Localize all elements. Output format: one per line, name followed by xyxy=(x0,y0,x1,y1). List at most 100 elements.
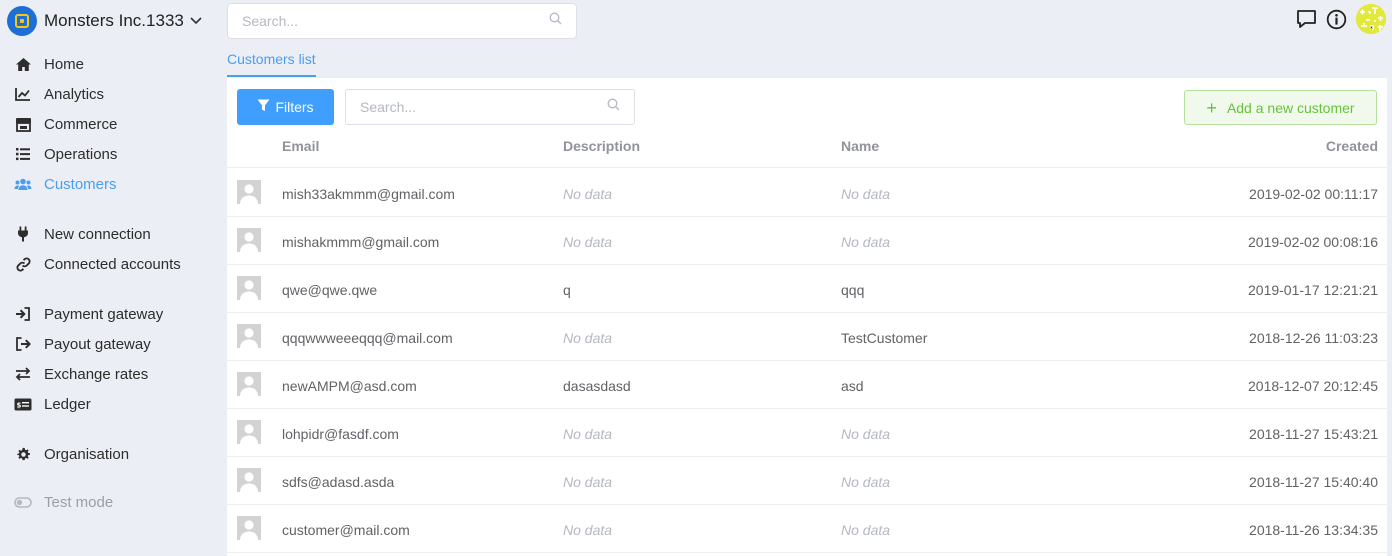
exchange-icon xyxy=(14,365,32,383)
cell-name: asd xyxy=(841,378,864,394)
table-row[interactable]: newAMPM@asd.com dasasdasd asd 2018-12-07 20… xyxy=(227,361,1387,409)
users-icon xyxy=(14,175,32,193)
sidebar-item-label: Payout gateway xyxy=(44,335,151,353)
test-mode-label: Test mode xyxy=(44,493,114,511)
cell-created: 2018-12-07 20:12:45 xyxy=(1248,378,1378,394)
cell-name: No data xyxy=(841,186,891,202)
customers-panel: Filters + Add a new customer Email Descr… xyxy=(227,78,1387,556)
customer-avatar-icon xyxy=(237,516,261,540)
cell-description: No data xyxy=(563,234,613,250)
top-icons xyxy=(1287,4,1386,34)
column-header-created[interactable]: Created xyxy=(1326,138,1378,154)
svg-text:$: $ xyxy=(17,401,22,409)
sidebar-item-payment-gateway[interactable]: Payment gateway xyxy=(14,303,163,325)
info-icon[interactable] xyxy=(1326,9,1347,30)
table-row[interactable]: mishakmmm@gmail.com No data No data 2019-02… xyxy=(227,217,1387,265)
table-row[interactable]: qqqwwweeeqqq@mail.com No data TestCustomer… xyxy=(227,313,1387,361)
customer-avatar-icon xyxy=(237,468,261,492)
sidebar-item-analytics[interactable]: Analytics xyxy=(14,83,104,105)
sidebar-item-exchange-rates[interactable]: Exchange rates xyxy=(14,363,148,385)
sidebar-item-payout-gateway[interactable]: Payout gateway xyxy=(14,333,151,355)
sidebar-item-commerce[interactable]: Commerce xyxy=(14,113,117,135)
sidebar-item-label: Operations xyxy=(44,145,118,163)
sign-in-icon xyxy=(14,305,32,323)
sidebar-item-label: Connected accounts xyxy=(44,255,181,273)
cell-name: qqq xyxy=(841,282,865,298)
test-mode-toggle[interactable]: Test mode xyxy=(14,491,113,513)
sidebar-item-label: Payment gateway xyxy=(44,305,164,323)
global-search[interactable] xyxy=(227,3,577,39)
add-customer-button[interactable]: + Add a new customer xyxy=(1184,90,1377,125)
cell-description: No data xyxy=(563,522,613,538)
column-header-description[interactable]: Description xyxy=(563,138,640,154)
customers-search[interactable] xyxy=(345,89,635,125)
table-header: Email Description Name Created xyxy=(227,136,1387,168)
cell-name: TestCustomer xyxy=(841,330,928,346)
cell-created: 2018-11-27 15:43:21 xyxy=(1249,426,1378,442)
table-row[interactable]: sdfs@adasd.asda No data No data 2018-11-27 … xyxy=(227,457,1387,505)
sidebar-item-connected-accounts[interactable]: Connected accounts xyxy=(14,253,181,275)
sidebar: Monsters Inc.1333 Home Analytics Commerc… xyxy=(0,0,215,556)
customer-avatar-icon xyxy=(237,180,261,204)
cell-created: 2019-02-02 00:11:17 xyxy=(1249,186,1378,202)
cell-email: qqqwwweeeqqq@mail.com xyxy=(282,330,453,346)
table-row[interactable]: customer@mail.com No data No data 2018-11-2… xyxy=(227,505,1387,553)
table-row[interactable]: qwe@qwe.qwe q qqq 2019-01-17 12:21:21 xyxy=(227,265,1387,313)
column-header-email[interactable]: Email xyxy=(282,138,319,154)
cell-email: sdfs@adasd.asda xyxy=(282,474,395,490)
filters-label: Filters xyxy=(275,99,314,115)
filter-icon xyxy=(257,99,275,115)
customer-avatar-icon xyxy=(237,420,261,444)
chart-line-icon xyxy=(14,85,32,103)
customer-avatar-icon xyxy=(237,372,261,396)
table-row[interactable]: lohpidr@fasdf.com No data No data 2018-11-2… xyxy=(227,409,1387,457)
sidebar-item-label: Customers xyxy=(44,175,117,193)
customer-avatar-icon xyxy=(237,276,261,300)
cell-email: mishakmmm@gmail.com xyxy=(282,234,440,250)
sidebar-item-home[interactable]: Home xyxy=(14,53,84,75)
gear-icon xyxy=(14,445,32,463)
money-bill-icon: $ xyxy=(14,395,32,413)
global-search-input[interactable] xyxy=(242,13,549,29)
search-icon xyxy=(549,12,562,30)
cell-name: No data xyxy=(841,234,891,250)
add-customer-label: Add a new customer xyxy=(1226,99,1355,116)
org-switcher[interactable]: Monsters Inc.1333 xyxy=(7,6,202,36)
sidebar-item-label: Ledger xyxy=(44,395,91,413)
table-row[interactable]: mish33akmmm@gmail.com No data No data 2019-… xyxy=(227,169,1387,217)
sidebar-item-ledger[interactable]: $ Ledger xyxy=(14,393,91,415)
plus-icon: + xyxy=(1206,97,1217,118)
sidebar-item-new-connection[interactable]: New connection xyxy=(14,223,151,245)
toggle-off-icon xyxy=(14,493,32,511)
cell-description: q xyxy=(563,282,571,298)
comment-icon[interactable] xyxy=(1296,9,1317,29)
user-avatar[interactable] xyxy=(1356,4,1386,34)
chevron-down-icon xyxy=(190,12,202,30)
org-logo xyxy=(7,6,37,36)
filters-button[interactable]: Filters xyxy=(237,89,334,125)
cell-description: dasasdasd xyxy=(563,378,631,394)
cell-description: No data xyxy=(563,186,613,202)
list-icon xyxy=(14,145,32,163)
plug-icon xyxy=(14,225,32,243)
sidebar-item-label: Analytics xyxy=(44,85,105,103)
sidebar-item-organisation[interactable]: Organisation xyxy=(14,443,129,465)
org-name: Monsters Inc.1333 xyxy=(44,11,184,30)
search-icon xyxy=(607,98,620,116)
cell-description: No data xyxy=(563,330,613,346)
customer-avatar-icon xyxy=(237,324,261,348)
cell-email: customer@mail.com xyxy=(282,522,410,538)
tab-customers-list[interactable]: Customers list xyxy=(227,51,316,77)
sidebar-item-label: Commerce xyxy=(44,115,118,133)
customer-avatar-icon xyxy=(237,228,261,252)
sidebar-item-label: Home xyxy=(44,55,85,73)
sign-out-icon xyxy=(14,335,32,353)
sidebar-item-operations[interactable]: Operations xyxy=(14,143,117,165)
column-header-name[interactable]: Name xyxy=(841,138,879,154)
sidebar-item-customers[interactable]: Customers xyxy=(14,173,117,195)
cell-description: No data xyxy=(563,474,613,490)
cell-email: qwe@qwe.qwe xyxy=(282,282,378,298)
cell-email: lohpidr@fasdf.com xyxy=(282,426,399,442)
customers-search-input[interactable] xyxy=(360,99,607,115)
cell-email: mish33akmmm@gmail.com xyxy=(282,186,455,202)
